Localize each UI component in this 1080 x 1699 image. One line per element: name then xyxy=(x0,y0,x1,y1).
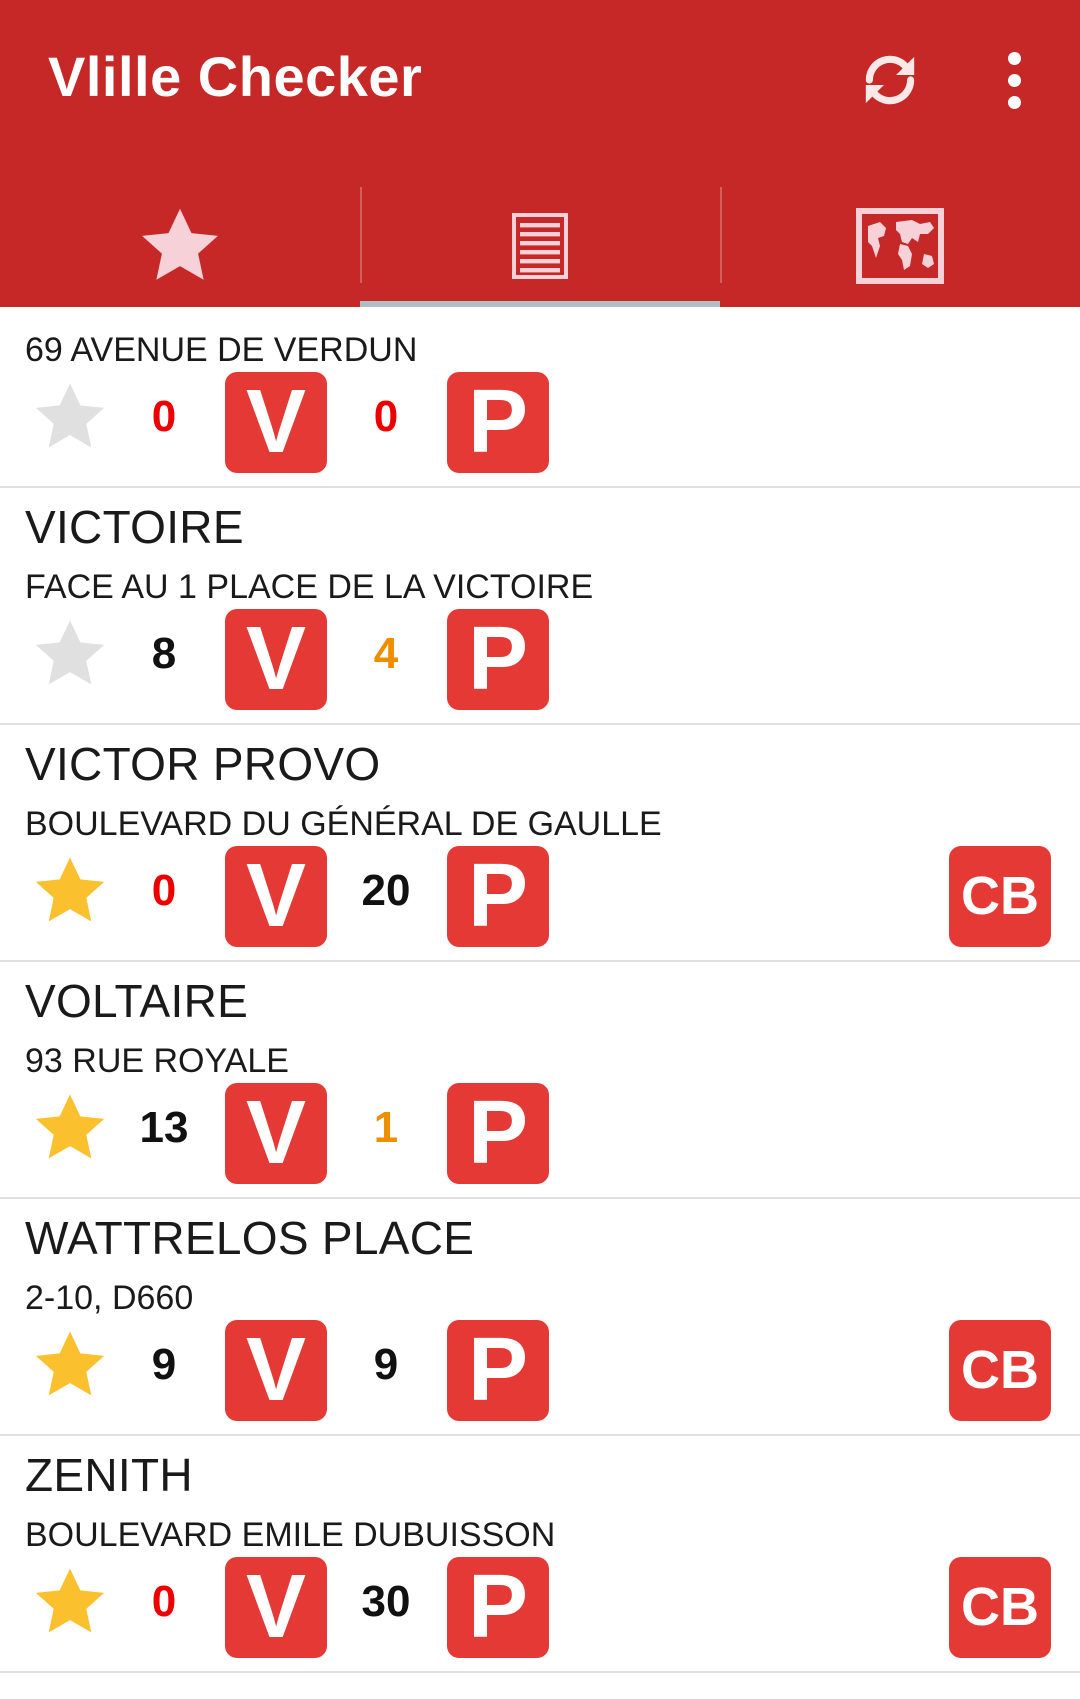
station-name: WATTRELOS PLACE xyxy=(25,1212,475,1264)
places-badge: P xyxy=(447,1320,549,1421)
bikes-badge: V xyxy=(225,372,327,473)
station-list[interactable]: VERDUN69 AVENUE DE VERDUN0V0PVICTOIREFAC… xyxy=(0,307,1080,1699)
favorite-star-icon[interactable] xyxy=(32,1092,108,1164)
station-row[interactable]: ZENITH BOULEVARD EMILE DUBUISSON 0 V 30 P CB xyxy=(0,1436,1080,1673)
credit-card-badge: CB xyxy=(949,846,1051,947)
places-badge: P xyxy=(447,1557,549,1658)
credit-card-badge: CB xyxy=(949,1320,1051,1421)
favorite-star-icon[interactable] xyxy=(32,381,108,453)
list-icon xyxy=(512,213,568,279)
tab-list[interactable] xyxy=(360,185,720,307)
bikes-badge: V xyxy=(225,1320,327,1421)
tab-map[interactable] xyxy=(720,185,1080,307)
refresh-button[interactable] xyxy=(850,40,930,120)
available-bikes-count: 9 xyxy=(151,1340,177,1389)
app-title: Vlille Checker xyxy=(48,45,423,108)
refresh-icon xyxy=(865,55,915,105)
station-name: VICTOIRE xyxy=(25,501,244,553)
overflow-menu-button[interactable] xyxy=(990,44,1038,116)
star-icon xyxy=(142,208,218,280)
places-badge: P xyxy=(447,372,549,473)
station-address: 2-10, D660 xyxy=(25,1279,194,1317)
station-name: VOLTAIRE xyxy=(25,975,249,1027)
places-badge: P xyxy=(447,609,549,710)
available-places-count: 9 xyxy=(373,1340,399,1389)
available-bikes-count: 0 xyxy=(151,866,177,915)
available-bikes-count: 0 xyxy=(151,392,177,441)
station-row[interactable]: VICTOR PROVO BOULEVARD DU GÉNÉRAL DE GAUL… xyxy=(0,725,1080,962)
favorite-star-icon[interactable] xyxy=(32,855,108,927)
station-address: 93 RUE ROYALE xyxy=(25,1042,289,1080)
map-icon xyxy=(856,208,944,284)
available-places-count: 1 xyxy=(373,1103,399,1152)
bikes-badge: V xyxy=(225,1557,327,1658)
available-places-count: 4 xyxy=(373,629,399,678)
station-row[interactable]: WATTRELOS PLACE 2-10, D660 9 V 9 P CB xyxy=(0,1199,1080,1436)
available-places-count: 0 xyxy=(373,392,399,441)
tab-bar xyxy=(0,185,1080,307)
station-row[interactable]: VOLTAIRE 93 RUE ROYALE 13 V 1 P xyxy=(0,962,1080,1199)
available-places-count: 30 xyxy=(361,1577,411,1626)
station-address: BOULEVARD EMILE DUBUISSON xyxy=(25,1516,556,1554)
favorite-star-icon[interactable] xyxy=(32,618,108,690)
available-bikes-count: 0 xyxy=(151,1577,177,1626)
station-name: ZENITH xyxy=(25,1449,193,1501)
station-address: BOULEVARD DU GÉNÉRAL DE GAULLE xyxy=(25,805,662,843)
station-row[interactable]: VERDUN69 AVENUE DE VERDUN0V0P xyxy=(0,307,1080,488)
available-places-count: 20 xyxy=(361,866,411,915)
available-bikes-count: 13 xyxy=(139,1103,189,1152)
places-badge: P xyxy=(447,1083,549,1184)
station-row[interactable]: VICTOIRE FACE AU 1 PLACE DE LA VICTOIRE 8 V… xyxy=(0,488,1080,725)
station-address: 69 AVENUE DE VERDUN xyxy=(25,331,418,369)
bikes-badge: V xyxy=(225,1083,327,1184)
more-vert-icon xyxy=(1007,51,1021,65)
favorite-star-icon[interactable] xyxy=(32,1329,108,1401)
station-name: VERDUN xyxy=(25,307,221,317)
places-badge: P xyxy=(447,846,549,947)
bikes-badge: V xyxy=(225,609,327,710)
credit-card-badge: CB xyxy=(949,1557,1051,1658)
tab-favorites[interactable] xyxy=(0,185,360,307)
app-bar: Vlille Checker xyxy=(0,0,1080,307)
favorite-star-icon[interactable] xyxy=(32,1566,108,1638)
available-bikes-count: 8 xyxy=(151,629,177,678)
station-name: VICTOR PROVO xyxy=(25,738,381,790)
station-address: FACE AU 1 PLACE DE LA VICTOIRE xyxy=(25,568,594,606)
bikes-badge: V xyxy=(225,846,327,947)
